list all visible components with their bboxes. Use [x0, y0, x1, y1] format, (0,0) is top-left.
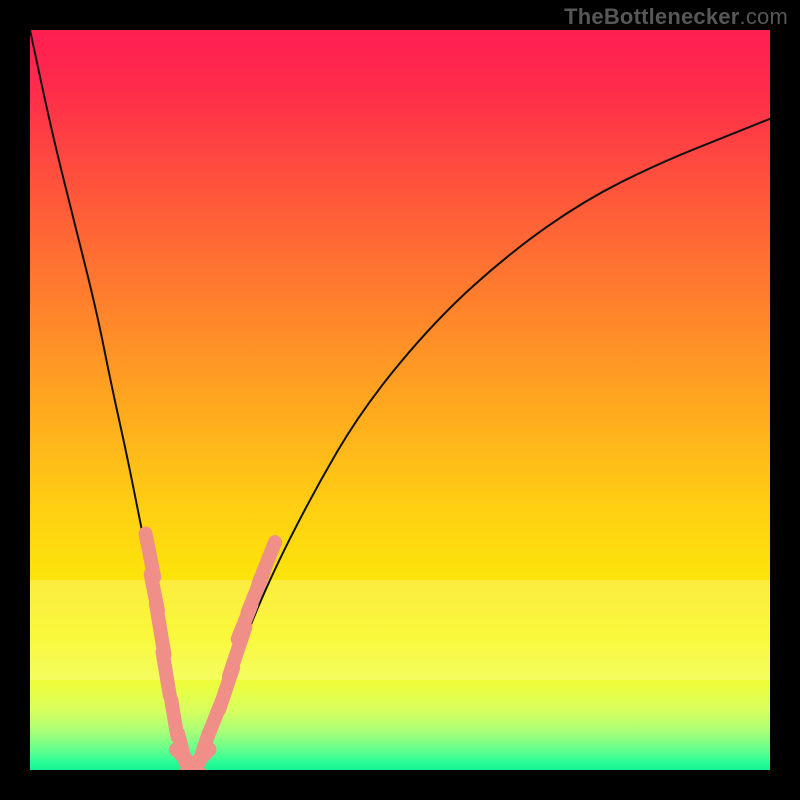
chart-stage: TheBottlenecker.com	[0, 0, 800, 800]
bead	[163, 652, 170, 696]
plot-frame	[0, 0, 800, 800]
watermark: TheBottlenecker.com	[564, 4, 788, 30]
curve-layer	[30, 30, 770, 770]
watermark-suffix: .com	[740, 4, 788, 29]
bottleneck-curve	[30, 30, 770, 768]
watermark-bold: TheBottlenecker	[564, 4, 739, 29]
plot-area	[30, 30, 770, 770]
curve-beads	[146, 534, 276, 770]
bead	[259, 542, 275, 583]
